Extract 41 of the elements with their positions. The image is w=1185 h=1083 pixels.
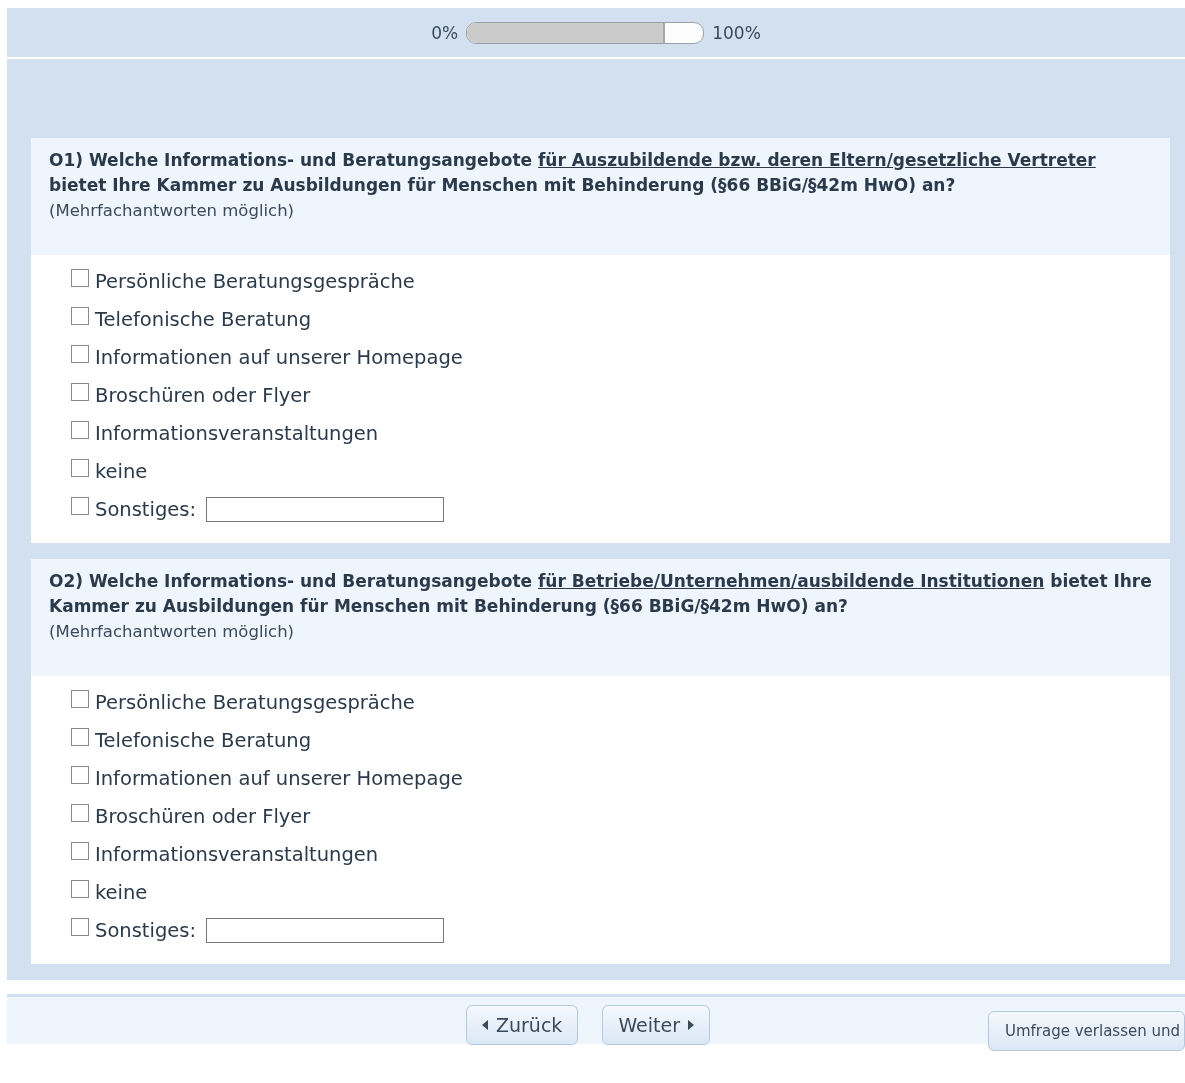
question-hint: (Mehrfachantworten möglich) xyxy=(49,200,296,222)
option-label[interactable]: Informationen auf unserer Homepage xyxy=(95,345,463,369)
option-label[interactable]: Telefonische Beratung xyxy=(95,307,312,331)
exit-survey-button[interactable]: Umfrage verlassen und xyxy=(987,1011,1185,1051)
other-input-field[interactable] xyxy=(206,496,444,522)
option-label[interactable]: Broschüren oder Flyer xyxy=(95,804,311,828)
checkbox[interactable] xyxy=(71,421,89,439)
caret-right-icon xyxy=(687,1020,694,1030)
checkbox[interactable] xyxy=(71,345,89,363)
checkbox[interactable] xyxy=(71,690,89,708)
option-label[interactable]: Informationsveranstaltungen xyxy=(95,421,379,445)
checkbox[interactable] xyxy=(71,459,89,477)
option-label[interactable]: Telefonische Beratung xyxy=(95,728,312,752)
option-label[interactable]: keine xyxy=(95,880,148,904)
checkbox[interactable] xyxy=(71,307,89,325)
option-label[interactable]: Broschüren oder Flyer xyxy=(95,383,311,407)
checkbox[interactable] xyxy=(71,918,89,936)
option-label[interactable]: Persönliche Beratungsgespräche xyxy=(95,690,415,714)
question-text: O1) Welche Informations- und Beratungsangebote für Auszubildende bzw. deren Eltern/gesetzliche Vertreter bietet Ihre Kammer zu Ausbildungen für Menschen mit Behinderung (§66 BBiG/§42m HwO) an? xyxy=(49,149,1097,197)
option-label[interactable]: Informationen auf unserer Homepage xyxy=(95,766,463,790)
option-label[interactable]: Informationsveranstaltungen xyxy=(95,842,379,866)
option-label[interactable]: Sonstiges: xyxy=(95,497,196,521)
checkbox[interactable] xyxy=(71,383,89,401)
checkbox[interactable] xyxy=(71,766,89,784)
checkbox[interactable] xyxy=(71,880,89,898)
option-label[interactable]: Sonstiges: xyxy=(95,918,196,942)
checkbox[interactable] xyxy=(71,728,89,746)
checkbox[interactable] xyxy=(71,804,89,822)
next-button[interactable]: Weiter xyxy=(602,1005,710,1045)
checkbox[interactable] xyxy=(71,842,89,860)
question-hint: (Mehrfachantworten möglich) xyxy=(49,621,296,643)
question-text: O2) Welche Informations- und Beratungsangebote für Betriebe/Unternehmen/ausbildende Institutionen bietet Ihre Kammer zu Ausbildungen für Menschen mit Behinderung (§66 BBiG/§42m HwO) an? xyxy=(49,570,1152,618)
back-button[interactable]: Zurück xyxy=(466,1005,579,1045)
checkbox[interactable] xyxy=(71,497,89,515)
option-label[interactable]: Persönliche Beratungsgespräche xyxy=(95,269,415,293)
checkbox[interactable] xyxy=(71,269,89,287)
caret-left-icon xyxy=(482,1020,488,1030)
progress-start-label: 0% xyxy=(431,22,459,43)
progress-end-label: 100% xyxy=(712,22,761,43)
option-label[interactable]: keine xyxy=(95,459,148,483)
other-input-field[interactable] xyxy=(206,917,444,943)
